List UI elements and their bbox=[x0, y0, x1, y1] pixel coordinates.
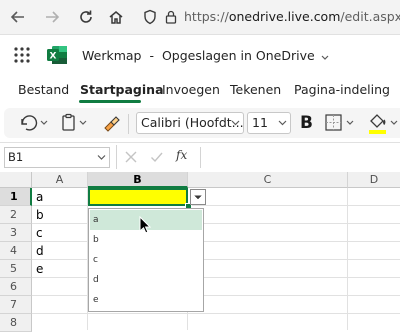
ribbon-toolbar: Calibri (Hoofdt... 11 B bbox=[4, 108, 400, 138]
clipboard-icon bbox=[62, 113, 87, 131]
select-all-corner[interactable] bbox=[0, 172, 32, 188]
site-security-button[interactable] bbox=[140, 7, 160, 27]
dropdown-option-e[interactable]: e bbox=[90, 290, 202, 310]
row-header-8[interactable]: 8 bbox=[0, 314, 32, 332]
address-bar[interactable]: https://onedrive.live.com/edit.aspx? bbox=[184, 6, 400, 28]
column-header-d[interactable]: D bbox=[348, 172, 400, 188]
font-name-select[interactable]: Calibri (Hoofdt... bbox=[136, 112, 244, 134]
tab-bestand[interactable]: Bestand bbox=[18, 82, 69, 97]
borders-icon bbox=[325, 114, 354, 131]
column-header-b[interactable]: B bbox=[88, 172, 188, 188]
excel-logo-icon: X bbox=[47, 46, 67, 64]
cell-a1[interactable]: a bbox=[36, 190, 43, 204]
insert-function-button[interactable]: fx bbox=[176, 148, 187, 162]
lock-indicator[interactable] bbox=[164, 7, 178, 27]
active-tab-indicator bbox=[79, 100, 141, 103]
name-box[interactable]: B1 bbox=[4, 147, 110, 168]
app-header: X Werkmap - Opgeslagen in OneDrive bbox=[0, 35, 400, 75]
row-header-6[interactable]: 6 bbox=[0, 278, 32, 296]
font-size-value: 11 bbox=[252, 115, 268, 130]
document-title[interactable]: Werkmap - Opgeslagen in OneDrive bbox=[82, 48, 329, 64]
close-icon bbox=[125, 151, 137, 163]
tab-tekenen[interactable]: Tekenen bbox=[230, 82, 281, 97]
font-name-value: Calibri (Hoofdt bbox=[141, 115, 232, 130]
excel-logo-letter: X bbox=[50, 52, 57, 62]
url-prefix: https:// bbox=[184, 9, 229, 24]
tab-invoegen[interactable]: Invoegen bbox=[162, 82, 220, 97]
formula-divider bbox=[116, 145, 117, 169]
save-status: Opgeslagen in OneDrive bbox=[161, 48, 315, 63]
selected-cell-b1[interactable] bbox=[88, 188, 188, 206]
home-button[interactable] bbox=[106, 7, 126, 27]
row-header-7[interactable]: 7 bbox=[0, 296, 32, 314]
app-launcher-button[interactable] bbox=[14, 47, 30, 63]
font-size-select[interactable]: 11 bbox=[247, 112, 291, 134]
bold-button[interactable]: B bbox=[300, 111, 318, 135]
forward-arrow-icon bbox=[46, 11, 60, 23]
chevron-down-icon bbox=[231, 113, 240, 133]
format-painter-button[interactable] bbox=[100, 113, 122, 133]
toolbar-divider bbox=[128, 114, 129, 134]
column-header-a[interactable]: A bbox=[32, 172, 88, 188]
back-arrow-icon bbox=[10, 11, 24, 23]
format-painter-icon bbox=[104, 116, 120, 132]
shield-icon bbox=[144, 9, 156, 25]
gridline bbox=[347, 188, 348, 330]
workbook-name: Werkmap bbox=[82, 48, 142, 63]
paint-bucket-icon bbox=[369, 114, 398, 134]
url-suffix: /edit.aspx? bbox=[340, 9, 400, 24]
chevron-down-icon bbox=[321, 49, 329, 64]
dropdown-option-d[interactable]: d bbox=[90, 270, 202, 290]
reload-icon bbox=[80, 10, 92, 23]
reload-button[interactable] bbox=[76, 7, 96, 27]
fill-color-button[interactable] bbox=[366, 111, 400, 135]
row-header-1[interactable]: 1 bbox=[0, 188, 32, 206]
formula-input[interactable] bbox=[200, 147, 400, 168]
confirm-formula-button[interactable] bbox=[150, 150, 164, 167]
row-header-5[interactable]: 5 bbox=[0, 260, 32, 278]
check-icon bbox=[151, 152, 163, 163]
title-separator: - bbox=[149, 48, 154, 63]
name-box-value: B1 bbox=[8, 150, 24, 164]
url-domain: onedrive.live.com bbox=[228, 9, 341, 24]
ribbon-tabs: Bestand Startpagina Invoegen Tekenen Pag… bbox=[0, 75, 400, 105]
cell-a2[interactable]: b bbox=[36, 208, 44, 222]
chevron-down-icon bbox=[194, 195, 202, 200]
pointer-icon bbox=[139, 215, 152, 234]
paste-button[interactable] bbox=[60, 113, 92, 133]
forward-button[interactable] bbox=[42, 7, 62, 27]
column-header-c[interactable]: C bbox=[188, 172, 348, 188]
cell-a5[interactable]: e bbox=[36, 262, 43, 276]
tab-startpagina[interactable]: Startpagina bbox=[80, 82, 164, 97]
cancel-formula-button[interactable] bbox=[124, 150, 138, 167]
row-header-2[interactable]: 2 bbox=[0, 206, 32, 224]
tab-pagina-indeling[interactable]: Pagina-indeling bbox=[294, 82, 390, 97]
lock-icon bbox=[165, 10, 177, 24]
mouse-cursor bbox=[139, 215, 152, 234]
row-header-4[interactable]: 4 bbox=[0, 242, 32, 260]
chevron-down-icon bbox=[278, 113, 287, 139]
borders-button[interactable] bbox=[324, 113, 358, 133]
dropdown-option-c[interactable]: c bbox=[90, 250, 202, 270]
waffle-icon bbox=[14, 47, 30, 63]
browser-toolbar: https://onedrive.live.com/edit.aspx? bbox=[0, 0, 400, 35]
row-header-3[interactable]: 3 bbox=[0, 224, 32, 242]
chevron-down-icon bbox=[97, 148, 106, 173]
cell-a4[interactable]: d bbox=[36, 244, 44, 258]
validation-dropdown-button[interactable] bbox=[190, 189, 206, 205]
back-button[interactable] bbox=[8, 7, 28, 27]
undo-icon bbox=[21, 115, 48, 131]
excel-logo[interactable]: X bbox=[46, 44, 68, 66]
undo-button[interactable] bbox=[18, 113, 50, 133]
formula-bar: B1 fx bbox=[0, 142, 400, 174]
home-icon bbox=[109, 11, 123, 24]
cell-a3[interactable]: c bbox=[36, 226, 43, 240]
